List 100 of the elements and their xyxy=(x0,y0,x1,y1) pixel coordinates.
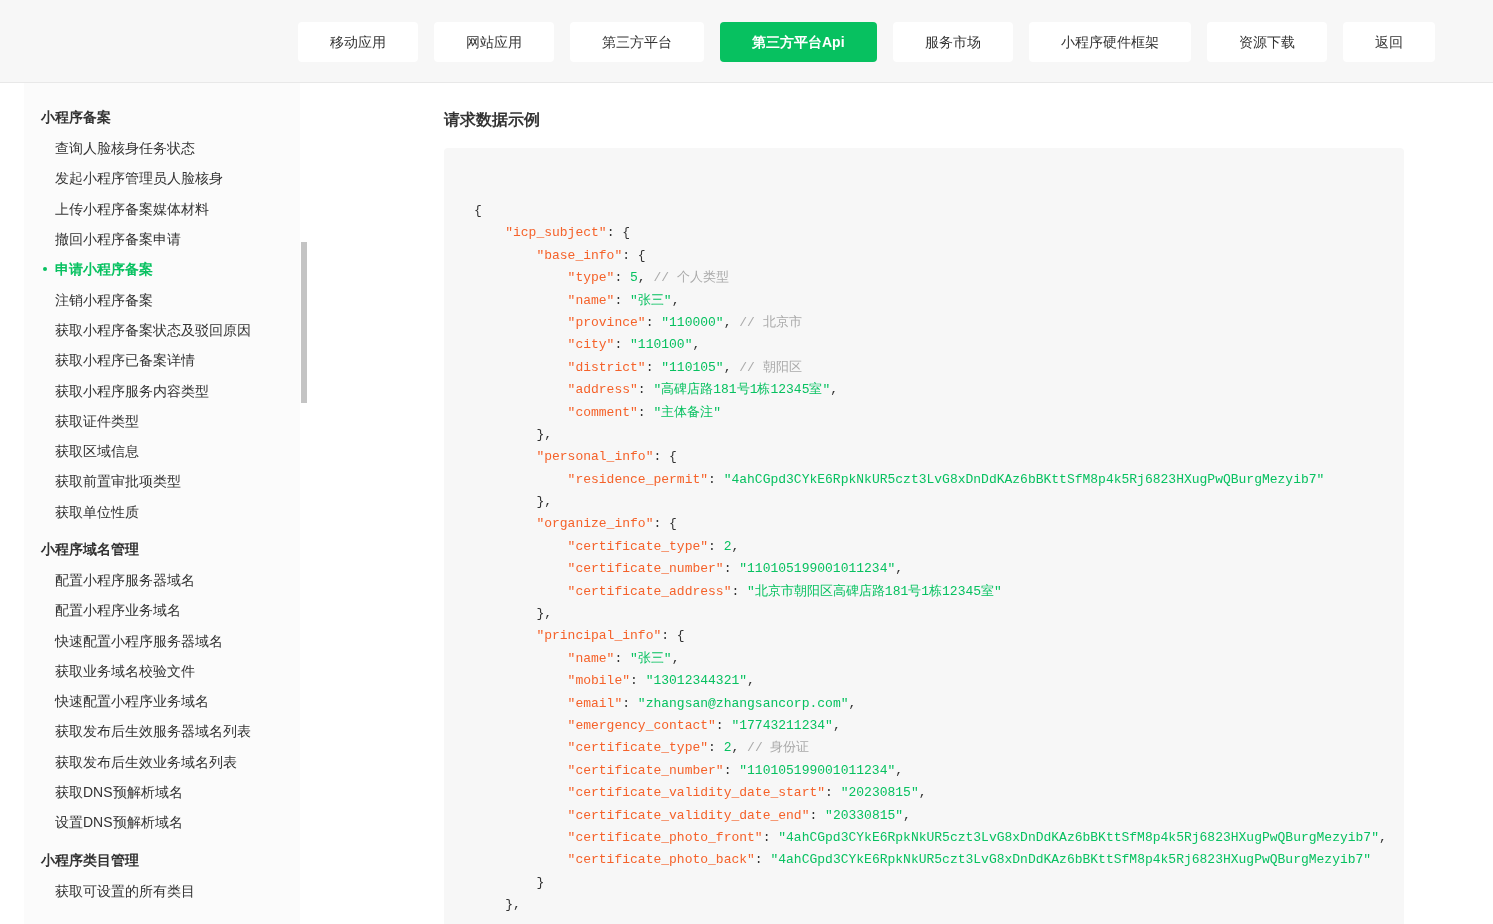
code-punctuation: , xyxy=(747,673,755,689)
code-punctuation: , xyxy=(848,695,857,711)
code-punctuation: , xyxy=(731,538,740,554)
code-comment: // 朝阳区 xyxy=(739,359,802,375)
code-value: "110100" xyxy=(630,337,693,353)
code-punctuation: , xyxy=(895,561,904,577)
code-value: "主体备注" xyxy=(653,404,722,420)
nav-tab[interactable]: 资源下载 xyxy=(1206,22,1327,62)
code-punctuation: : { xyxy=(661,628,685,644)
sidebar-item[interactable]: 快速配置小程序服务器域名 xyxy=(55,630,223,651)
code-punctuation: }, xyxy=(504,897,521,913)
code-punctuation: : xyxy=(614,270,624,286)
sidebar-item[interactable]: 获取可设置的所有类目 xyxy=(55,880,195,901)
code-punctuation: }, xyxy=(535,426,552,442)
code-value: "张三" xyxy=(630,292,672,308)
sidebar-item[interactable]: 设置DNS预解析域名 xyxy=(55,812,183,833)
sidebar-item[interactable]: 上传小程序备案媒体材料 xyxy=(55,198,209,219)
code-punctuation: , xyxy=(832,718,841,733)
sidebar-group-title: 小程序类目管理 xyxy=(40,850,140,870)
code-value: 2 xyxy=(723,538,732,554)
nav-tab[interactable]: 网站应用 xyxy=(434,22,554,62)
code-punctuation: , xyxy=(671,292,680,308)
nav-tab[interactable]: 返回 xyxy=(1342,22,1435,62)
code-key: "certificate_photo_back" xyxy=(474,852,755,868)
sidebar-item[interactable]: 获取DNS预解析域名 xyxy=(55,782,183,803)
code-key: "certificate_photo_front" xyxy=(474,829,763,845)
code-punctuation: : xyxy=(723,561,733,577)
sidebar-item[interactable]: 获取证件类型 xyxy=(55,410,139,431)
sidebar-item[interactable]: 发起小程序管理员人脸核身 xyxy=(55,168,223,189)
code-key: "type" xyxy=(474,270,615,286)
code-punctuation: } xyxy=(535,874,545,890)
code-punctuation: : xyxy=(708,538,717,554)
code-punctuation: : xyxy=(708,471,717,487)
code-punctuation: : xyxy=(708,740,717,756)
nav-tab[interactable]: 小程序硬件框架 xyxy=(1028,22,1191,62)
code-punctuation: , xyxy=(692,337,701,353)
section-heading: 请求数据示例 xyxy=(444,110,541,130)
sidebar-item[interactable]: 配置小程序服务器域名 xyxy=(55,570,195,590)
nav-tab[interactable]: 服务市场 xyxy=(892,22,1013,62)
code-punctuation: : xyxy=(762,829,772,845)
sidebar-group-title: 小程序域名管理 xyxy=(40,539,140,559)
code-key: "address" xyxy=(474,382,638,398)
code-key: "mobile" xyxy=(474,673,631,689)
code-punctuation: : { xyxy=(653,516,677,532)
code-punctuation: : xyxy=(637,404,647,420)
sidebar-item[interactable]: 获取小程序已备案详情 xyxy=(55,350,195,371)
code-value: "110000" xyxy=(661,314,724,330)
code-value: "20230815" xyxy=(840,785,919,801)
code-value: "110105" xyxy=(661,359,724,375)
sidebar-item[interactable]: 快速配置小程序业务域名 xyxy=(55,691,209,712)
code-punctuation: , xyxy=(723,359,733,375)
nav-tab[interactable]: 移动应用 xyxy=(298,22,418,62)
scrollbar[interactable] xyxy=(301,242,307,403)
code-value: "13012344321" xyxy=(645,673,748,689)
code-key: "base_info" xyxy=(474,247,623,263)
code-key: "certificate_address" xyxy=(474,583,732,599)
sidebar-item[interactable]: 注销小程序备案 xyxy=(55,289,153,310)
code-comment: // 个人类型 xyxy=(653,270,729,286)
code-key: "comment" xyxy=(474,404,638,420)
code-value: "17743211234" xyxy=(731,718,833,733)
code-value: "20330815" xyxy=(825,807,904,823)
code-punctuation: , xyxy=(830,382,839,398)
code-key: "certificate_number" xyxy=(474,762,724,778)
code-value: "4ahCGpd3CYkE6RpkNkUR5czt3LvG8xDnDdKAz6bBKttSfM8p4k5Rj6823HXugPwQBurgMezyib7" xyxy=(723,471,1325,487)
code-punctuation: : xyxy=(715,718,725,733)
sidebar-item[interactable]: 配置小程序业务域名 xyxy=(55,600,181,621)
code-key: "icp_subject" xyxy=(474,225,607,241)
sidebar-item[interactable]: 查询人脸核身任务状态 xyxy=(55,138,195,159)
code-punctuation: , xyxy=(671,650,680,666)
code-punctuation: { xyxy=(474,203,482,218)
code-key: "name" xyxy=(474,650,615,666)
sidebar-item[interactable]: 获取发布后生效业务域名列表 xyxy=(55,751,237,772)
code-punctuation: , xyxy=(918,785,927,801)
code-comment: // 北京市 xyxy=(739,314,802,330)
code-punctuation: : xyxy=(630,673,639,689)
sidebar-item[interactable]: 获取区域信息 xyxy=(55,441,139,462)
code-punctuation: : xyxy=(809,807,819,823)
code-punctuation: , xyxy=(895,762,904,778)
sidebar-item[interactable]: 获取小程序备案状态及驳回原因 xyxy=(55,319,251,340)
code-key: "personal_info" xyxy=(474,449,654,465)
code-punctuation: : xyxy=(622,695,632,711)
code-punctuation: , xyxy=(1378,829,1387,845)
code-key: "name" xyxy=(474,292,615,308)
code-key: "province" xyxy=(474,314,646,330)
sidebar-item[interactable]: 获取单位性质 xyxy=(55,501,139,522)
nav-tab[interactable]: 第三方平台 xyxy=(570,22,704,62)
sidebar-item[interactable]: 获取业务域名校验文件 xyxy=(55,660,195,681)
code-value: "110105199001011234" xyxy=(739,762,896,778)
code-value: 2 xyxy=(723,740,732,756)
sidebar-item[interactable]: 撤回小程序备案申请 xyxy=(55,229,181,250)
code-value: "4ahCGpd3CYkE6RpkNkUR5czt3LvG8xDnDdKAz6bBKttSfM8p4k5Rj6823HXugPwQBurgMezyib7" xyxy=(770,852,1372,868)
code-punctuation: : xyxy=(731,583,741,599)
code-key: "certificate_type" xyxy=(474,538,709,554)
sidebar-item[interactable]: 获取小程序服务内容类型 xyxy=(55,380,209,401)
code-punctuation: : xyxy=(645,314,655,330)
sidebar-item[interactable]: 获取前置审批项类型 xyxy=(55,471,181,492)
code-punctuation: : xyxy=(637,382,647,398)
code-key: "email" xyxy=(474,695,623,711)
sidebar-item[interactable]: 获取发布后生效服务器域名列表 xyxy=(55,721,251,742)
code-punctuation: , xyxy=(723,314,733,330)
